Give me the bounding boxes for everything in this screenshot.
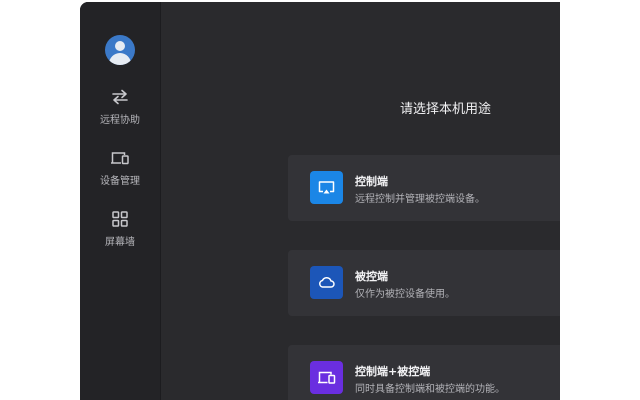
card-title: 控制端+被控端: [355, 365, 431, 378]
option-card-controller-and-controlled[interactable]: 控制端+被控端 同时具备控制端和被控端的功能。: [288, 345, 560, 400]
avatar[interactable]: [105, 35, 135, 65]
devices-icon: [318, 371, 336, 384]
card-icon-tile: [310, 266, 343, 299]
card-icon-tile: [310, 361, 343, 394]
sidebar-item-remote-assist[interactable]: 远程协助: [80, 87, 160, 133]
devices-icon: [111, 152, 129, 165]
sidebar-item-device-management[interactable]: 设备管理: [80, 148, 160, 194]
card-description: 远程控制并管理被控端设备。: [355, 194, 485, 205]
card-icon-tile: [310, 171, 343, 204]
page-title: 请选择本机用途: [400, 102, 492, 117]
card-title: 控制端: [355, 175, 388, 188]
option-card-controller[interactable]: 控制端 远程控制并管理被控端设备。: [288, 155, 560, 221]
avatar-body-shape: [109, 53, 131, 65]
card-description: 仅作为被控设备使用。: [355, 289, 455, 300]
swap-arrows-icon: [112, 89, 128, 105]
option-card-controlled[interactable]: 被控端 仅作为被控设备使用。: [288, 250, 560, 316]
avatar-head-shape: [115, 41, 125, 51]
cloud-icon: [319, 276, 335, 288]
card-title: 被控端: [355, 270, 388, 283]
cast-screen-icon: [318, 181, 335, 194]
sidebar: 远程协助 设备管理 屏幕墙: [80, 2, 161, 400]
sidebar-item-label: 屏幕墙: [105, 237, 135, 248]
card-description: 同时具备控制端和被控端的功能。: [355, 384, 505, 395]
sidebar-item-screen-wall[interactable]: 屏幕墙: [80, 209, 160, 255]
sidebar-item-label: 远程协助: [100, 115, 140, 126]
sidebar-item-label: 设备管理: [100, 176, 140, 187]
app-window: 远程协助 设备管理 屏幕墙 请选择本机用途 控制端 远程控制并管理被控端设备。 …: [80, 2, 560, 400]
grid-icon: [112, 211, 128, 227]
